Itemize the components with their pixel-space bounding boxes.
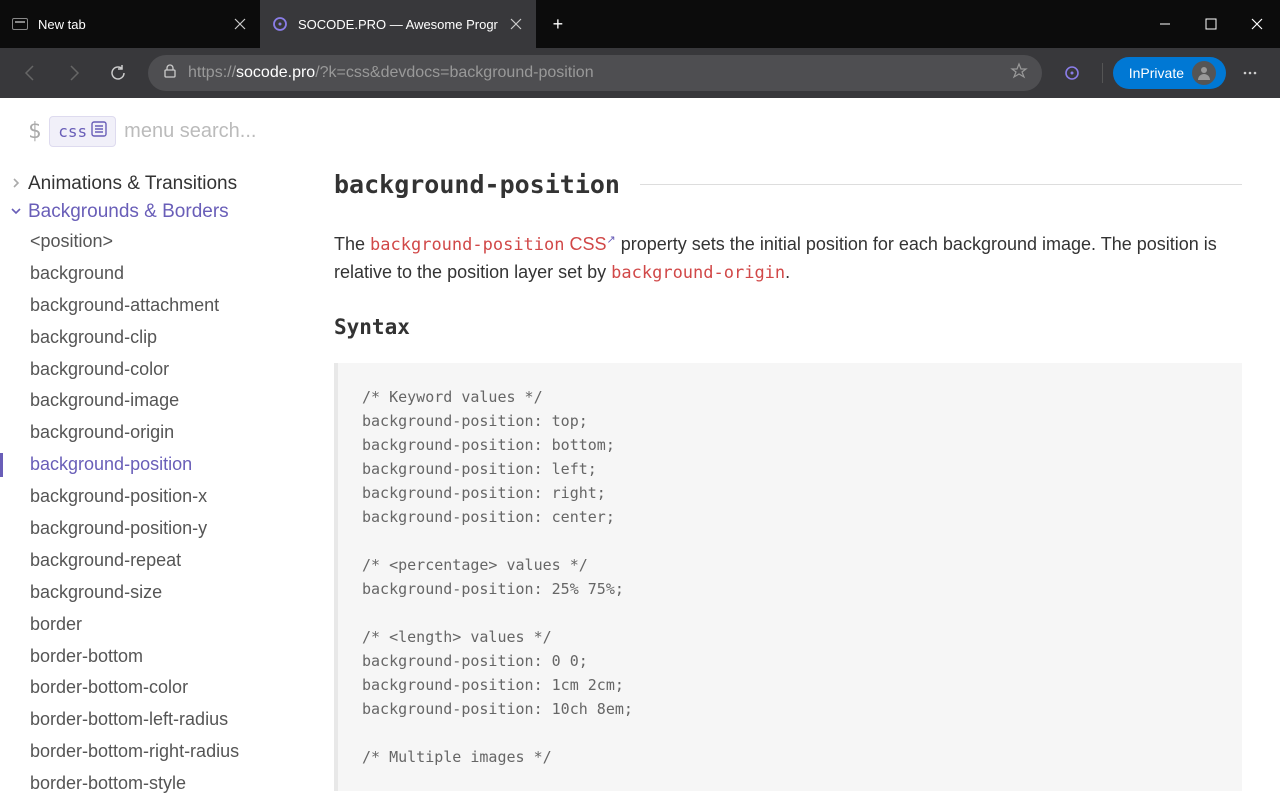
- avatar-icon: [1192, 61, 1216, 85]
- sidebar-item[interactable]: background-attachment: [0, 290, 314, 322]
- close-icon[interactable]: [232, 16, 248, 32]
- lang-badge-text: css: [58, 122, 87, 141]
- close-icon[interactable]: [508, 16, 524, 32]
- code-block: /* Keyword values */ background-position…: [334, 363, 1242, 791]
- tab-title: SOCODE.PRO — Awesome Progr: [298, 17, 498, 32]
- maximize-button[interactable]: [1188, 0, 1234, 48]
- sidebar-item[interactable]: border: [0, 609, 314, 641]
- sidebar-item[interactable]: border-bottom-left-radius: [0, 704, 314, 736]
- sidebar-section-title: Backgrounds & Borders: [28, 201, 229, 223]
- inline-code: background-origin: [611, 263, 785, 283]
- inprivate-label: InPrivate: [1129, 65, 1184, 81]
- sidebar-item[interactable]: border-bottom-color: [0, 672, 314, 704]
- search-input[interactable]: [124, 120, 1252, 143]
- inline-code: background-position: [370, 235, 564, 255]
- tab-title: New tab: [38, 17, 222, 32]
- favorite-icon[interactable]: [1010, 62, 1028, 85]
- sidebar-item[interactable]: background: [0, 258, 314, 290]
- sidebar-item[interactable]: background-size: [0, 577, 314, 609]
- sidebar-item[interactable]: background-position: [0, 449, 314, 481]
- window-titlebar: New tab SOCODE.PRO — Awesome Progr +: [0, 0, 1280, 48]
- chevron-down-icon: [10, 205, 24, 220]
- sidebar-item[interactable]: background-clip: [0, 322, 314, 354]
- browser-tab-inactive[interactable]: New tab: [0, 0, 260, 48]
- lock-icon: [162, 63, 178, 84]
- css-link[interactable]: CSS↗: [570, 234, 616, 254]
- external-link-icon: ↗: [607, 234, 616, 246]
- extension-icon[interactable]: [1052, 53, 1092, 93]
- sidebar-item[interactable]: background-position-x: [0, 481, 314, 513]
- settings-menu-button[interactable]: [1230, 53, 1270, 93]
- separator: [1102, 63, 1103, 83]
- prompt-icon: $: [28, 119, 41, 144]
- sidebar-item[interactable]: border-bottom-right-radius: [0, 736, 314, 768]
- browser-toolbar: https://socode.pro/?k=css&devdocs=backgr…: [0, 48, 1280, 98]
- sidebar-section[interactable]: Animations & Transitions: [0, 170, 314, 198]
- site-favicon-icon: [272, 16, 288, 32]
- sidebar-item[interactable]: background-color: [0, 354, 314, 386]
- sidebar-item[interactable]: background-position-y: [0, 513, 314, 545]
- chevron-right-icon: [10, 177, 24, 192]
- sidebar-item[interactable]: background-image: [0, 385, 314, 417]
- sidebar-item[interactable]: background-origin: [0, 417, 314, 449]
- window-controls: [1142, 0, 1280, 48]
- intro-paragraph: The background-position CSS↗ property se…: [334, 231, 1242, 287]
- sidebar-section-title: Animations & Transitions: [28, 173, 237, 195]
- search-header: $ css: [0, 98, 1280, 164]
- close-window-button[interactable]: [1234, 0, 1280, 48]
- sidebar-item[interactable]: border-bottom: [0, 641, 314, 673]
- url-text: https://socode.pro/?k=css&devdocs=backgr…: [188, 64, 1000, 82]
- browser-tab-active[interactable]: SOCODE.PRO — Awesome Progr: [260, 0, 536, 48]
- page-title: background-position: [334, 170, 1242, 199]
- sidebar-section[interactable]: Backgrounds & Borders: [0, 198, 314, 226]
- inprivate-badge[interactable]: InPrivate: [1113, 57, 1226, 89]
- syntax-heading: Syntax: [334, 315, 1242, 339]
- sidebar-item[interactable]: <position>: [0, 226, 314, 258]
- refresh-button[interactable]: [98, 53, 138, 93]
- sidebar-item[interactable]: border-bottom-style: [0, 768, 314, 800]
- back-button[interactable]: [10, 53, 50, 93]
- list-icon: [91, 121, 107, 142]
- new-tab-button[interactable]: +: [536, 0, 580, 48]
- page-content: $ css Animations & Transitions Background…: [0, 98, 1280, 800]
- sidebar[interactable]: Animations & Transitions Backgrounds & Bo…: [0, 98, 314, 800]
- main-article[interactable]: background-position The background-posit…: [314, 98, 1280, 800]
- forward-button[interactable]: [54, 53, 94, 93]
- lang-badge[interactable]: css: [49, 116, 116, 147]
- sidebar-item[interactable]: background-repeat: [0, 545, 314, 577]
- minimize-button[interactable]: [1142, 0, 1188, 48]
- address-bar[interactable]: https://socode.pro/?k=css&devdocs=backgr…: [148, 55, 1042, 91]
- newtab-icon: [12, 16, 28, 32]
